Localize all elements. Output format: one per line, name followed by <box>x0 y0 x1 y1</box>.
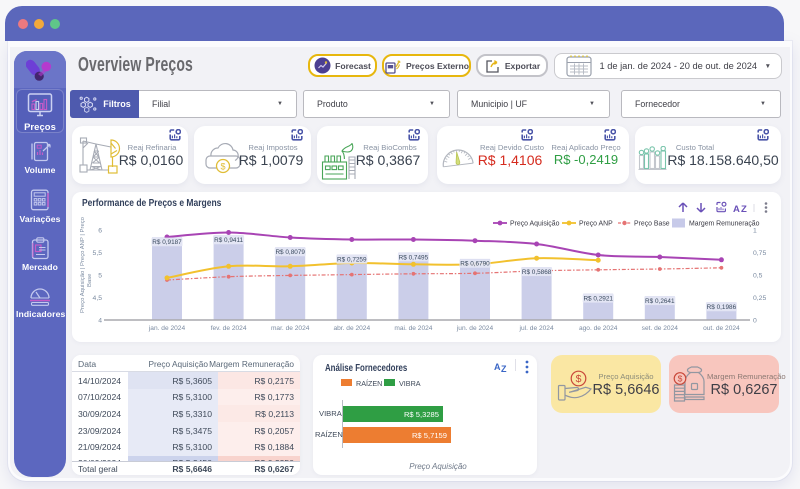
svg-text:R$ 0,7259: R$ 0,7259 <box>337 257 367 264</box>
svg-text:$: $ <box>678 374 683 384</box>
svg-text:mai. de 2024: mai. de 2024 <box>394 325 432 332</box>
svg-text:0,75: 0,75 <box>753 250 766 257</box>
svg-text:out. de 2024: out. de 2024 <box>703 325 740 332</box>
svg-text:Margem Remuneração: Margem Remuneração <box>689 221 760 228</box>
svg-text:0: 0 <box>753 318 757 325</box>
svg-text:Preço ANP: Preço ANP <box>579 221 613 228</box>
svg-text:Preço Aquisição: Preço Aquisição <box>510 221 560 228</box>
svg-text:0,5: 0,5 <box>753 273 763 280</box>
svg-text:R$ 0,2641: R$ 0,2641 <box>645 298 675 305</box>
svg-text:Z: Z <box>741 204 747 215</box>
svg-text:4,5: 4,5 <box>93 295 103 302</box>
svg-text:Preço Base: Preço Base <box>634 221 670 228</box>
svg-text:R$ 0,9411: R$ 0,9411 <box>214 237 243 244</box>
svg-text:R$ 0,2921: R$ 0,2921 <box>583 296 613 303</box>
svg-text:set. de 2024: set. de 2024 <box>642 325 679 332</box>
svg-text:R$ 0,6790: R$ 0,6790 <box>460 261 490 268</box>
svg-text:$: $ <box>220 161 225 171</box>
svg-text:5,5: 5,5 <box>93 250 103 257</box>
svg-text:fev. de 2024: fev. de 2024 <box>211 325 247 332</box>
svg-text:R$ 0,8079: R$ 0,8079 <box>275 249 305 256</box>
svg-text:6: 6 <box>98 228 102 235</box>
svg-text:R$ 0,7495: R$ 0,7495 <box>399 254 429 261</box>
svg-text:jun. de 2024: jun. de 2024 <box>456 325 494 332</box>
svg-text:Base: Base <box>87 273 93 287</box>
svg-text:$: $ <box>576 373 582 385</box>
svg-text:0,25: 0,25 <box>753 295 766 302</box>
svg-text:abr. de 2024: abr. de 2024 <box>333 325 370 332</box>
svg-text:Preço Aquisição | Preço ANP |: Preço Aquisição | Preço ANP | Preço <box>80 216 86 313</box>
svg-text:1: 1 <box>753 228 757 235</box>
svg-text:R$ 0,9187: R$ 0,9187 <box>152 239 182 246</box>
svg-text:jul. de 2024: jul. de 2024 <box>519 325 554 332</box>
svg-text:jan. de 2024: jan. de 2024 <box>148 325 186 332</box>
svg-text:R$ 0,1986: R$ 0,1986 <box>707 304 737 311</box>
svg-text:A: A <box>494 362 501 372</box>
svg-text:ago. de 2024: ago. de 2024 <box>579 325 618 332</box>
svg-text:4: 4 <box>98 318 102 325</box>
svg-text:mar. de 2024: mar. de 2024 <box>271 325 310 332</box>
svg-text:5: 5 <box>98 273 102 280</box>
svg-text:A: A <box>733 204 740 215</box>
svg-text:R$ 0,5868: R$ 0,5868 <box>522 269 552 276</box>
